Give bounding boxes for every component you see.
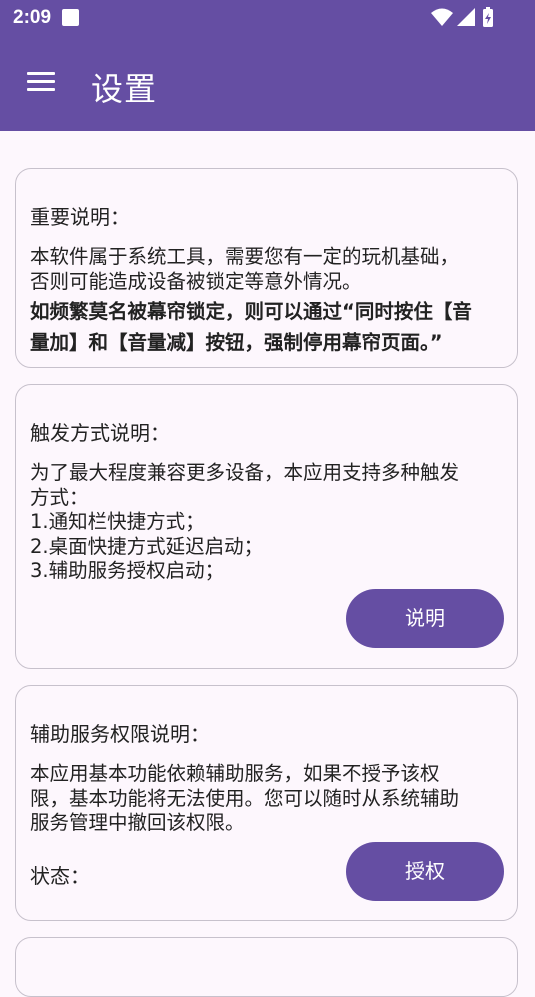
page-title: 设置 bbox=[91, 70, 158, 108]
body-line: 限，基本功能将无法使用。您可以随时从系统辅助 bbox=[30, 786, 460, 810]
card-body: 为了最大程度兼容更多设备，本应用支持多种触发 方式： 1.通知栏快捷方式； 2.… bbox=[30, 461, 502, 584]
card-title: 触发方式说明： bbox=[30, 421, 170, 445]
important-notice-card: 重要说明： 本软件属于系统工具，需要您有一定的玩机基础， 否则可能造成设备被锁定… bbox=[15, 168, 518, 368]
bold-warning-line: 如频繁莫名被幕帘锁定，则可以通过“同时按住【音 bbox=[30, 300, 472, 323]
next-card bbox=[15, 937, 518, 997]
notification-square-icon bbox=[62, 9, 79, 26]
body-line: 3.辅助服务授权启动； bbox=[30, 559, 225, 582]
body-line: 为了最大程度兼容更多设备，本应用支持多种触发 bbox=[30, 461, 460, 484]
body-line: 本应用基本功能依赖辅助服务，如果不授予该权 bbox=[30, 762, 440, 785]
card-title: 辅助服务权限说明： bbox=[30, 722, 210, 746]
battery-charging-icon bbox=[483, 7, 493, 27]
status-icons bbox=[431, 7, 493, 27]
body-line: 服务管理中撤回该权限。 bbox=[30, 811, 245, 834]
trigger-method-card: 触发方式说明： 为了最大程度兼容更多设备，本应用支持多种触发 方式： 1.通知栏… bbox=[15, 384, 518, 669]
card-body: 本软件属于系统工具，需要您有一定的玩机基础， 否则可能造成设备被锁定等意外情况。… bbox=[30, 245, 502, 355]
status-bar: 2:09 bbox=[0, 0, 535, 36]
body-line: 否则可能造成设备被锁定等意外情况。 bbox=[30, 269, 362, 293]
body-line: 方式： bbox=[30, 485, 89, 509]
status-label: 状态： bbox=[30, 864, 90, 888]
card-body: 本应用基本功能依赖辅助服务，如果不授予该权 限，基本功能将无法使用。您可以随时从… bbox=[30, 762, 502, 836]
signal-icon bbox=[457, 8, 475, 26]
explain-button[interactable]: 说明 bbox=[346, 589, 504, 648]
card-title: 重要说明： bbox=[30, 205, 130, 229]
menu-icon[interactable] bbox=[27, 72, 55, 92]
status-time: 2:09 bbox=[13, 7, 52, 28]
authorize-button[interactable]: 授权 bbox=[346, 842, 504, 901]
wifi-icon bbox=[431, 8, 453, 26]
app-bar: 设置 bbox=[0, 36, 535, 131]
body-line: 本软件属于系统工具，需要您有一定的玩机基础， bbox=[30, 245, 460, 268]
bold-warning-line: 量加】和【音量减】按钮，强制停用幕帘页面。” bbox=[30, 330, 443, 354]
accessibility-permission-card: 辅助服务权限说明： 本应用基本功能依赖辅助服务，如果不授予该权 限，基本功能将无… bbox=[15, 685, 518, 921]
body-line: 1.通知栏快捷方式； bbox=[30, 510, 205, 533]
body-line: 2.桌面快捷方式延迟启动； bbox=[30, 534, 264, 558]
